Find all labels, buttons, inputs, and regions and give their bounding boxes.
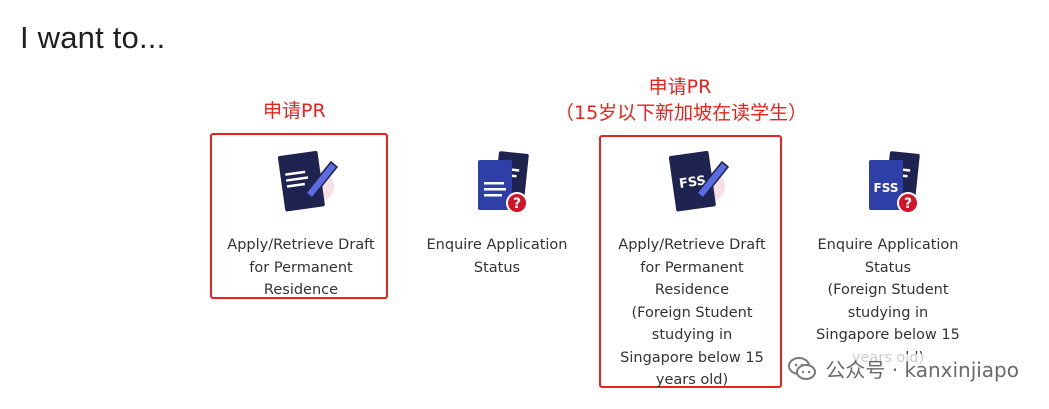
tile-enquire-status-fss[interactable]: FSS ? Enquire Application Status (Foreig…: [798, 146, 978, 369]
svg-text:?: ?: [904, 196, 912, 212]
fss-document-pen-icon: FSS: [668, 150, 730, 212]
watermark-text: 公众号 · kanxinjiapo: [825, 358, 1019, 382]
fss-icon-text: FSS: [874, 181, 899, 195]
tile-apply-pr[interactable]: Apply/Retrieve Draft for Permanent Resid…: [211, 146, 391, 302]
tile-apply-pr-label: Apply/Retrieve Draft for Permanent Resid…: [227, 237, 375, 298]
tile-apply-pr-fss[interactable]: FSS Apply/Retrieve Draft for Permanent R…: [602, 146, 782, 392]
fss-documents-question-icon: FSS ?: [869, 151, 920, 214]
svg-text:?: ?: [513, 196, 521, 212]
documents-question-icon: ?: [478, 151, 529, 214]
annotation-fss-line1: 申请PR: [648, 76, 712, 98]
annotation-fss-line2: （15岁以下新加坡在读学生）: [555, 102, 808, 124]
tile-enquire-status[interactable]: ? Enquire Application Status: [407, 146, 587, 279]
tile-enquire-status-fss-label: Enquire Application Status (Foreign Stud…: [816, 237, 960, 366]
tile-apply-pr-fss-label: Apply/Retrieve Draft for Permanent Resid…: [618, 237, 766, 388]
watermark: 公众号 · kanxinjiapo: [787, 354, 1019, 383]
tile-enquire-status-label: Enquire Application Status: [426, 237, 568, 276]
annotation-fss-apply: 申请PR （15岁以下新加坡在读学生）: [555, 74, 808, 126]
document-pen-icon: [277, 150, 339, 212]
annotation-pr-apply: 申请PR: [263, 100, 326, 122]
wechat-icon: [788, 356, 817, 380]
page-title: I want to...: [20, 20, 166, 55]
